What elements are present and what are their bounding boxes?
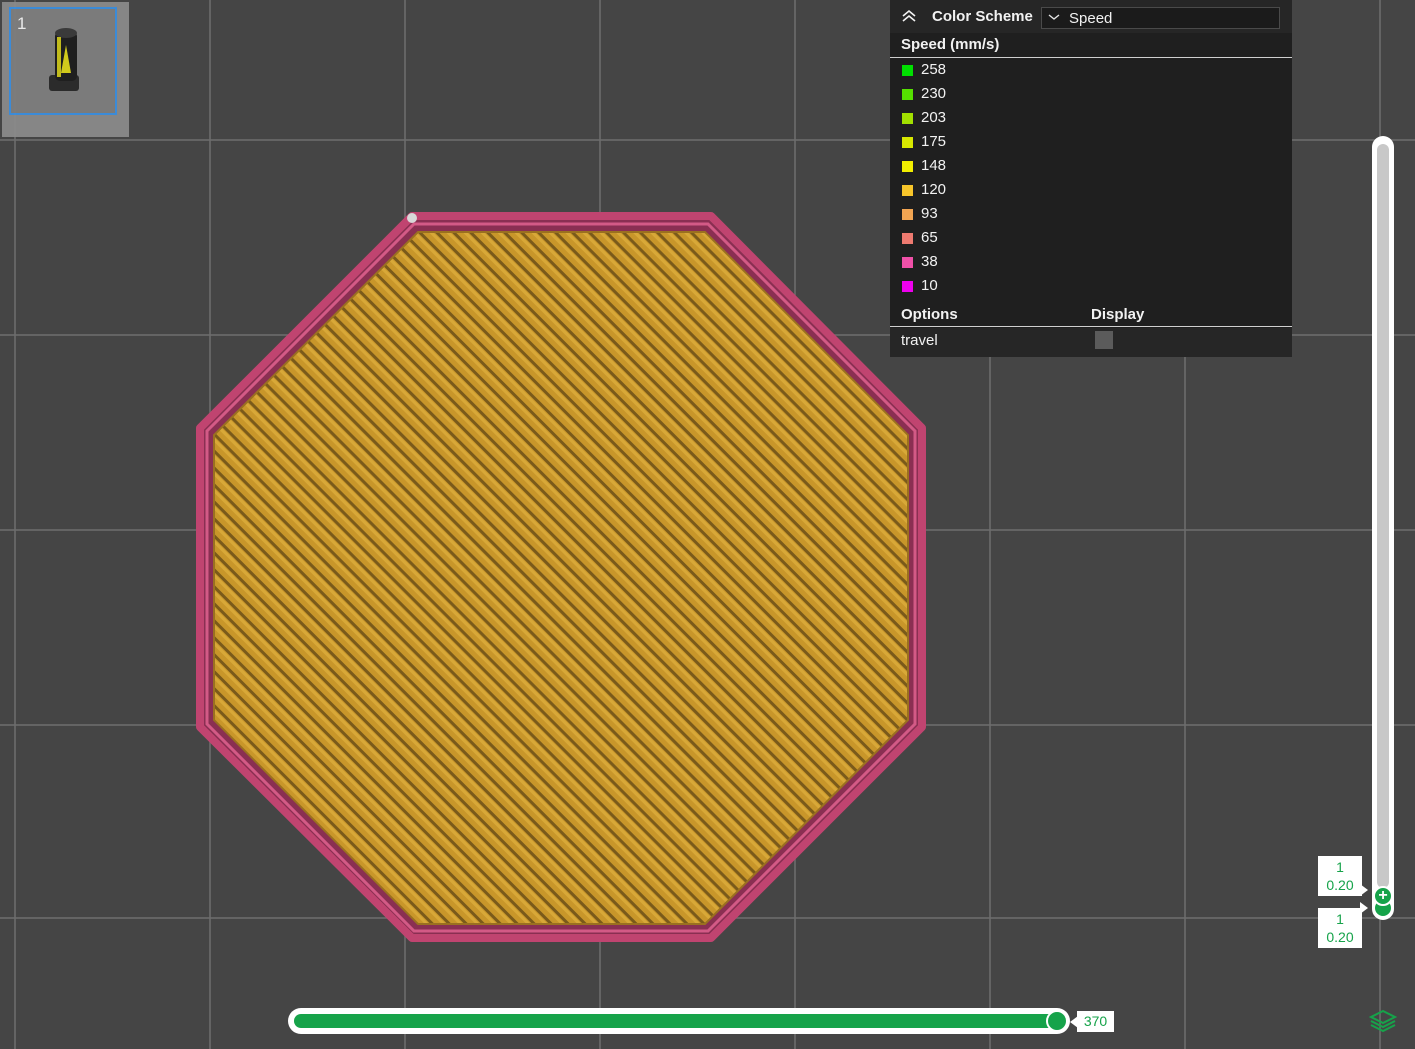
legend-color-swatch <box>902 257 913 268</box>
legend-item: 258 <box>902 60 1202 84</box>
option-label: travel <box>901 332 938 349</box>
legend-speed-value: 258 <box>921 61 947 78</box>
legend-speed-value: 230 <box>921 85 947 102</box>
legend-item: 175 <box>902 132 1202 156</box>
legend-color-swatch <box>902 137 913 148</box>
upper-layer-height: 0.20 <box>1326 877 1354 893</box>
option-row-travel: travel <box>890 328 1292 357</box>
legend-speed-value: 148 <box>921 157 947 174</box>
layer-slider-rail <box>1377 144 1389 888</box>
plate-number: 1 <box>17 14 27 33</box>
upper-label-pointer <box>1360 884 1368 896</box>
legend-item: 65 <box>902 228 1202 252</box>
infill-region <box>213 231 909 925</box>
legend-color-swatch <box>902 89 913 100</box>
upper-layer-number: 1 <box>1336 859 1344 875</box>
display-label: Display <box>1091 306 1145 323</box>
plus-icon: + <box>1378 887 1388 904</box>
legend-divider <box>890 57 1292 58</box>
legend-header: Color Scheme Speed <box>890 0 1292 33</box>
legend-speed-value: 203 <box>921 109 947 126</box>
legend-color-swatch <box>902 185 913 196</box>
legend-speed-value: 93 <box>921 205 938 222</box>
chevron-down-icon <box>1048 14 1060 20</box>
options-divider <box>890 326 1292 327</box>
move-slider-fill <box>294 1014 1062 1028</box>
legend-color-swatch <box>902 281 913 292</box>
collapse-icon[interactable] <box>900 9 918 23</box>
legend-speed-value: 38 <box>921 253 938 270</box>
lower-label-pointer <box>1360 902 1368 914</box>
layer-lower-label: 1 0.20 <box>1318 908 1362 948</box>
lower-layer-height: 0.20 <box>1326 929 1354 945</box>
lower-layer-number: 1 <box>1336 911 1344 927</box>
legend-color-swatch <box>902 113 913 124</box>
legend-item: 203 <box>902 108 1202 132</box>
legend-item: 38 <box>902 252 1202 276</box>
layer-slider-upper-thumb[interactable]: + <box>1373 886 1393 906</box>
legend-item: 120 <box>902 180 1202 204</box>
plate-thumbnail-panel: 1 <box>2 2 129 137</box>
move-slider-thumb[interactable] <box>1046 1010 1068 1032</box>
legend-speed-value: 175 <box>921 133 947 150</box>
layers-icon[interactable] <box>1368 1009 1398 1033</box>
layer-upper-label: 1 0.20 <box>1318 856 1362 896</box>
legend-speed-value: 65 <box>921 229 938 246</box>
legend-speed-value: 10 <box>921 277 938 294</box>
legend-panel: Color Scheme Speed Speed (mm/s) 258 230 20… <box>890 0 1292 357</box>
seam-marker <box>407 213 417 223</box>
legend-color-swatch <box>902 209 913 220</box>
legend-color-swatch <box>902 65 913 76</box>
color-scheme-label: Color Scheme <box>932 8 1033 25</box>
move-slider-value: 370 <box>1077 1011 1114 1032</box>
legend-item: 10 <box>902 276 1202 300</box>
legend-item: 93 <box>902 204 1202 228</box>
legend-color-swatch <box>902 233 913 244</box>
legend-color-swatch <box>902 161 913 172</box>
color-scheme-select[interactable]: Speed <box>1041 7 1280 29</box>
travel-display-checkbox[interactable] <box>1095 331 1113 349</box>
legend-item: 230 <box>902 84 1202 108</box>
legend-item: 148 <box>902 156 1202 180</box>
options-label: Options <box>901 306 958 323</box>
legend-speed-value: 120 <box>921 181 947 198</box>
speed-legend-title: Speed (mm/s) <box>901 36 1000 53</box>
color-scheme-value: Speed <box>1069 10 1113 27</box>
nozzle-model-icon <box>49 28 79 91</box>
